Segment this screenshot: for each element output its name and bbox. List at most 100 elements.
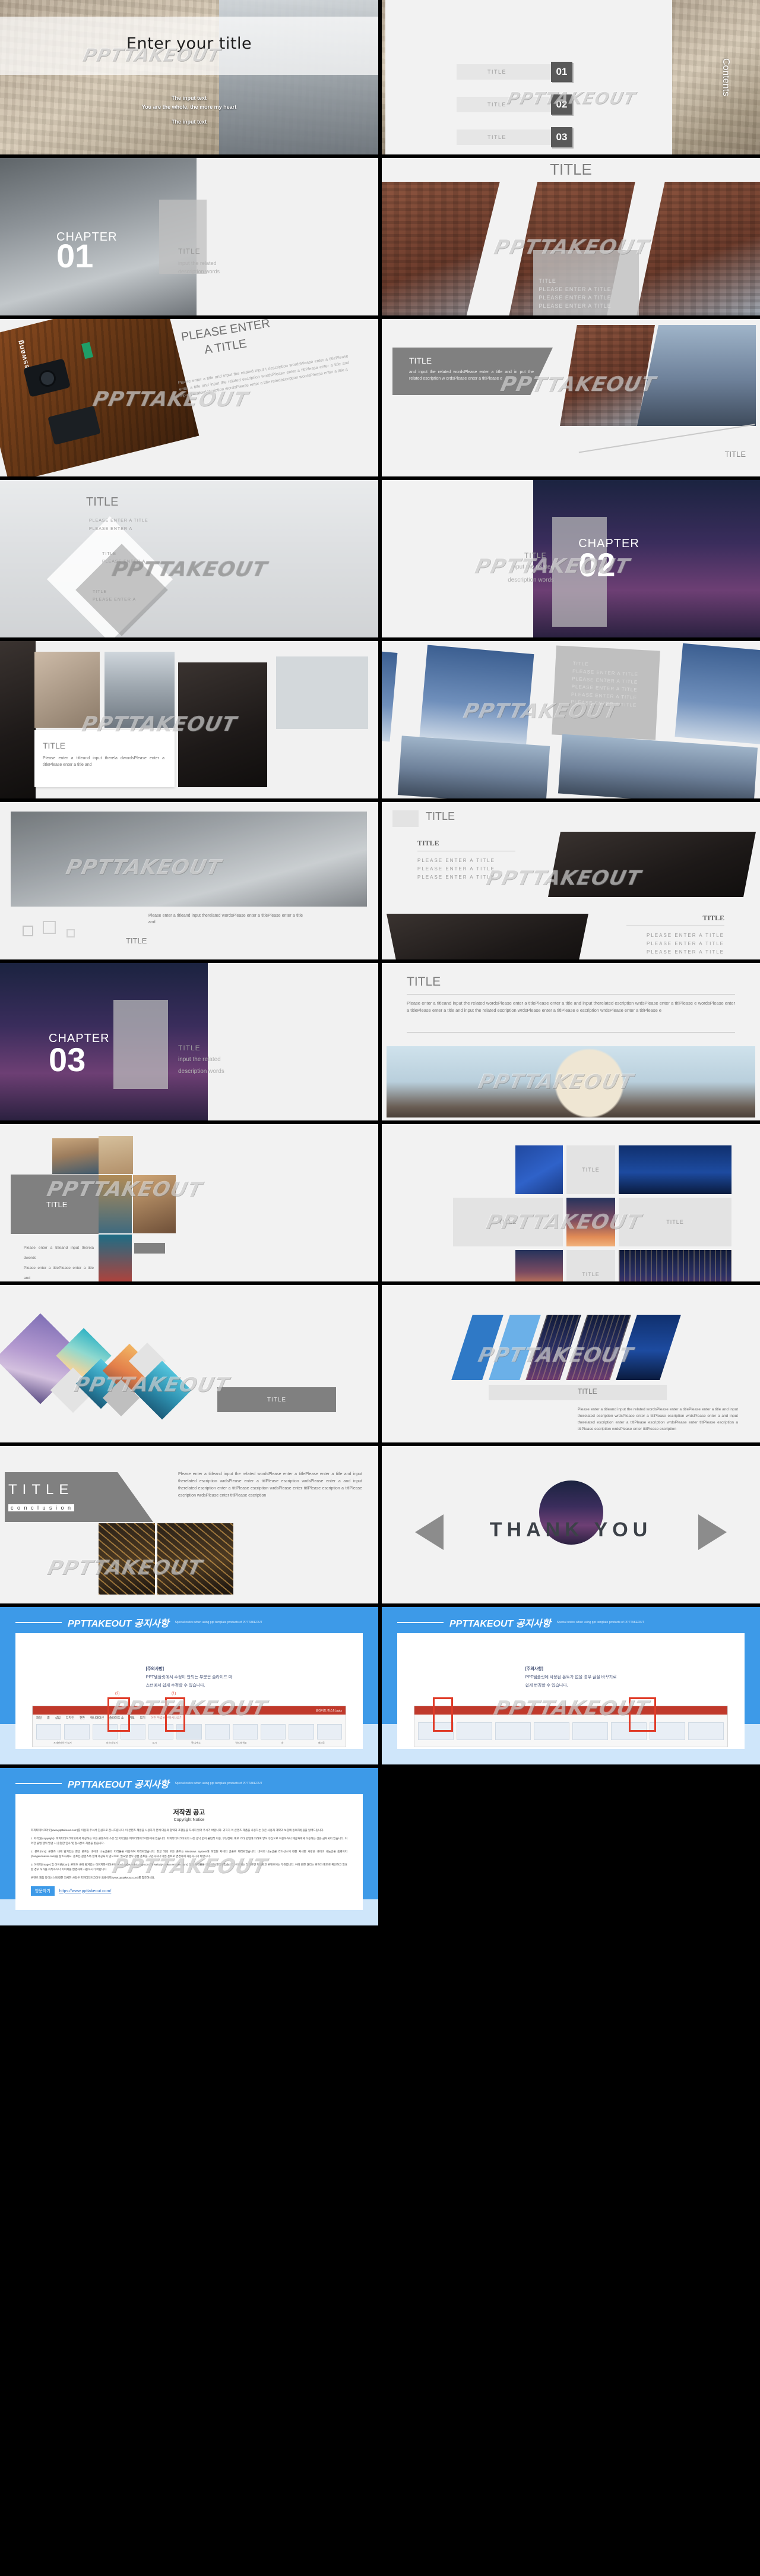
blue-grid-title-2: TITLE: [453, 1198, 563, 1246]
two-band-right-2: PLEASE ENTER A TITLE: [647, 941, 724, 946]
slide-contents[interactable]: TITLE 01 TITLE 02 TITLE 03 PPTTAKEOUT Co…: [382, 0, 760, 154]
chapter-03-number: 03: [49, 1041, 86, 1078]
card-title: TITLE: [43, 741, 66, 750]
conclusion-title: TITLE: [8, 1482, 74, 1498]
contents-side-photo: [672, 0, 760, 154]
ribbon-tab-0[interactable]: 파일: [36, 1716, 42, 1720]
venice-body-2: Please enter a titlePlease enter a title…: [24, 1266, 94, 1280]
slide-copyright[interactable]: PPTTAKEOUT 공지사항 Special notice when usin…: [0, 1768, 378, 1925]
slide-notice-font[interactable]: PPTTAKEOUT 공지사항 Special notice when usin…: [382, 1607, 760, 1764]
tri-title: TITLE: [86, 495, 119, 509]
conclusion-subtitle: c o n c l u s i o n: [8, 1504, 75, 1511]
card-edge-photo: [0, 641, 36, 798]
slide-louvre[interactable]: Please enter a titleand input therelated…: [0, 802, 378, 959]
slide-diagonal-title[interactable]: TITLE TITLE PLEASE ENTER A TITLE PLEASE …: [382, 158, 760, 315]
venice-photo-1: [52, 1138, 100, 1174]
cover-subtitle-2: You are the whole, the more my heart: [141, 104, 237, 110]
header-rule: [397, 1622, 444, 1623]
notice-note-line-1: PPT템플릿에서 수정이 안되는 부분은 슬라이드 마: [145, 1675, 233, 1680]
ribbon-mock: [414, 1706, 728, 1747]
slide-slant[interactable]: TITLE Please enter a titleand input the …: [382, 1285, 760, 1442]
card-photo-2: [104, 652, 175, 728]
flower-rule-bottom: [407, 1032, 735, 1033]
notice-header-title: PPTTAKEOUT 공지사항: [449, 1619, 551, 1629]
blue-photo-1: [515, 1145, 563, 1194]
contents-item-2-number: 02: [551, 94, 572, 115]
highlight-marker-2: [629, 1697, 656, 1732]
two-band-left-2: PLEASE ENTER A TITLE: [417, 866, 495, 872]
copyright-title-en: Copyright Notice: [173, 1818, 205, 1822]
highlight-marker-1: [433, 1697, 453, 1732]
ribbon-group-1: 마스터 보기: [106, 1741, 118, 1744]
cover-subtitle-3: The input text: [172, 119, 207, 125]
ribbon-buttons[interactable]: [36, 1722, 342, 1742]
slide-photo-cards[interactable]: TITLE Please enter a titleand input ther…: [0, 641, 378, 798]
copyright-title-ko: 저작권 공고: [173, 1809, 205, 1816]
louvre-body: Please enter a titleand input therelated…: [148, 914, 303, 924]
slide-cover[interactable]: Enter your title PPTTAKEOUT The input te…: [0, 0, 378, 154]
notice-header: PPTTAKEOUT 공지사항 Special notice when usin…: [397, 1615, 644, 1630]
louvre-tint: [11, 812, 367, 907]
slant-title: TITLE: [578, 1387, 597, 1396]
camera-body-text: Please enter a title and input the relat…: [178, 354, 350, 399]
flower-title: TITLE: [407, 975, 441, 989]
ribbon-tab-5[interactable]: 애니메이션: [90, 1716, 104, 1720]
slide-chapter-02[interactable]: CHAPTER 02 TITLE input the related descr…: [382, 480, 760, 637]
slide-arrow-title[interactable]: TITLE and input the related wordsPlease …: [382, 319, 760, 476]
slide-row-7: CHAPTER 03 TITLE input the related descr…: [0, 963, 760, 1120]
notice-header-title: PPTTAKEOUT 공지사항: [68, 1780, 169, 1790]
ribbon-tab-1[interactable]: 홈: [47, 1716, 50, 1720]
copyright-p1: 1. 저작권(copyright): 피피티테이크아웃에서 제공하는 모든 콘텐…: [31, 1837, 347, 1845]
slide-row-5: TITLE Please enter a titleand input ther…: [0, 641, 760, 798]
slide-row-2: CHAPTER 01 TITLE input the related descr…: [0, 158, 760, 315]
slide-flower[interactable]: TITLE Please enter a titleand input the …: [382, 963, 760, 1120]
slide-tilted-list[interactable]: TITLE PLEASE ENTER A TITLE PLEASE ENTER …: [382, 641, 760, 798]
ribbon-buttons[interactable]: [418, 1719, 724, 1743]
tilt-photo-3: [397, 735, 550, 798]
diamond-title: TITLE: [217, 1387, 336, 1412]
cover-subtitle-1: The input text: [172, 95, 207, 101]
flower-rule-top: [407, 994, 735, 995]
ribbon-tab-3[interactable]: 디자인: [66, 1716, 74, 1720]
slide-camera[interactable]: misswang PLEASE ENTER A TITLE Please ent…: [0, 319, 378, 476]
chapter-02-number: 02: [578, 546, 616, 583]
ribbon-tab-4[interactable]: 전환: [80, 1716, 85, 1720]
ribbon-tab-2[interactable]: 삽입: [55, 1716, 61, 1720]
two-band-photo-2: [387, 914, 588, 959]
venice-photo-5: [99, 1235, 132, 1281]
tilt-photo-2: [674, 643, 760, 745]
slide-chapter-03[interactable]: CHAPTER 03 TITLE input the related descr…: [0, 963, 378, 1120]
highlight-marker-2: (2): [107, 1692, 130, 1732]
slide-chapter-01[interactable]: CHAPTER 01 TITLE input the related descr…: [0, 158, 378, 315]
flower-body: Please enter a titleand input the relate…: [407, 1000, 735, 1013]
ribbon-tab-8[interactable]: 보기: [140, 1716, 145, 1720]
diag-page-title: TITLE: [550, 160, 592, 178]
notice-header-title: PPTTAKEOUT 공지사항: [68, 1619, 169, 1629]
visit-button[interactable]: 방문하기: [31, 1886, 55, 1896]
notice-note-line-2: 스터에서 쉽게 수정할 수 있습니다.: [145, 1684, 205, 1688]
venice-title: TITLE: [46, 1200, 68, 1209]
two-band-title-2: TITLE: [702, 914, 724, 922]
slide-triangle-title[interactable]: TITLE PLEASE ENTER A TITLE PLEASE ENTER …: [0, 480, 378, 637]
slide-conclusion[interactable]: TITLE c o n c l u s i o n Please enter a…: [0, 1446, 378, 1603]
notice-header: PPTTAKEOUT 공지사항 Special notice when usin…: [15, 1615, 262, 1630]
chapter-02-desc-1: input the related: [511, 564, 554, 570]
marker-2-label: (2): [115, 1692, 120, 1696]
blue-photo-2: [619, 1145, 732, 1194]
tri-line-5: TITLE: [93, 590, 107, 594]
slide-blue-grid[interactable]: TITLE TITLE TITLE TITLE PPTTAKEOUT: [382, 1124, 760, 1281]
arrow-title: TITLE: [409, 356, 432, 365]
blue-photo-4: [515, 1250, 563, 1281]
louvre-square-1: [23, 926, 33, 936]
blue-photo-5: [619, 1250, 732, 1281]
ribbon-titlebar: 슬라이드 마스터.pptx: [33, 1706, 346, 1715]
slide-notice-master[interactable]: PPTTAKEOUT 공지사항 Special notice when usin…: [0, 1607, 378, 1764]
copyright-intro: 피피티테이크아웃(www.ppttakeout.com)를 이용해 주셔서 진심…: [31, 1829, 324, 1832]
slide-thank-you[interactable]: THANK YOU: [382, 1446, 760, 1603]
slide-diamonds[interactable]: TITLE PPTTAKEOUT: [0, 1285, 378, 1442]
tri-line-3: TITLE: [102, 552, 117, 556]
slide-two-band[interactable]: TITLE TITLE PLEASE ENTER A TITLE PLEASE …: [382, 802, 760, 959]
contents-heading: Contents: [720, 58, 731, 97]
site-link[interactable]: https://www.ppttakeout.com/: [59, 1889, 112, 1893]
slide-venice[interactable]: TITLE Please enter a titleand input ther…: [0, 1124, 378, 1281]
